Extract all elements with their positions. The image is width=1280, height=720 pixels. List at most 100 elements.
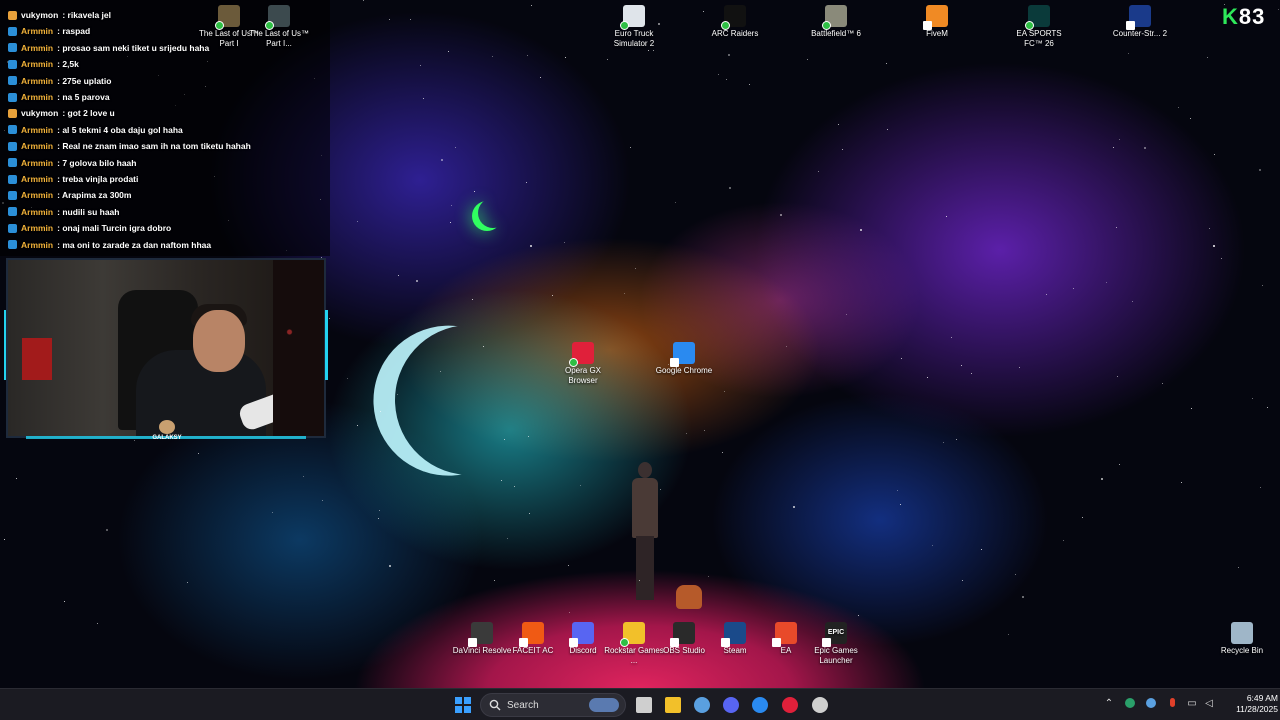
star <box>187 582 189 584</box>
app-icon <box>519 622 544 647</box>
star <box>494 579 496 581</box>
clock[interactable]: 6:49 AM 11/28/2025 <box>1222 693 1278 715</box>
network-icon[interactable]: ▭ <box>1186 698 1198 710</box>
star <box>899 503 901 505</box>
taskbar-task-view-button[interactable] <box>632 693 656 717</box>
windows-icon <box>455 697 471 713</box>
desktop-shortcut[interactable]: The Last of Us™ Part I... <box>248 5 310 49</box>
desktop-shortcut[interactable]: EA SPORTS FC™ 26 <box>1008 5 1070 49</box>
desktop-shortcut[interactable]: Counter-Str... 2 <box>1109 5 1171 39</box>
taskbar-obs-button[interactable] <box>808 693 832 717</box>
tray-steam-icon[interactable] <box>1145 698 1157 710</box>
desktop-shortcut[interactable]: EPIC Epic Games Launcher <box>805 622 867 666</box>
star <box>422 98 424 100</box>
star <box>1105 282 1107 284</box>
desktop-shortcut[interactable]: Google Chrome <box>653 342 715 376</box>
star <box>606 59 608 61</box>
chat-badge-icon <box>8 223 17 233</box>
chat-username: Armmin <box>21 26 54 37</box>
star <box>64 601 66 603</box>
chat-message: Armmin: prosao sam neki tiket u srijedu … <box>8 41 209 55</box>
star <box>389 18 391 20</box>
desktop-shortcut[interactable]: FiveM <box>906 5 968 39</box>
star <box>3 538 5 540</box>
star <box>346 378 348 380</box>
star <box>134 439 136 441</box>
star <box>1189 118 1191 120</box>
star <box>858 614 860 616</box>
star <box>1261 285 1263 287</box>
desktop-shortcut[interactable]: Euro Truck Simulator 2 <box>603 5 665 49</box>
star <box>1118 138 1120 140</box>
chat-text: : 2,5k <box>57 59 79 70</box>
star <box>197 452 199 454</box>
star <box>1180 482 1182 484</box>
shortcut-arrow-icon <box>822 638 831 647</box>
desktop-shortcut[interactable]: ARC Raiders <box>704 5 766 39</box>
recycle-bin-label: Recycle Bin <box>1220 646 1264 655</box>
star <box>1143 146 1146 149</box>
chat-badge-icon <box>8 141 17 151</box>
desktop-shortcut[interactable]: Battlefield™ 6 <box>805 5 867 39</box>
tray-app-icon[interactable] <box>1124 698 1136 710</box>
microphone-icon[interactable] <box>1166 698 1178 710</box>
taskbar-discord-button[interactable] <box>719 693 743 717</box>
star <box>440 158 443 161</box>
star <box>415 280 418 283</box>
star <box>970 372 972 374</box>
star <box>271 511 273 513</box>
star <box>860 228 863 231</box>
chat-username: Armmin <box>21 239 54 250</box>
opera-gx-icon <box>782 697 798 713</box>
star <box>396 393 398 395</box>
star <box>942 442 944 444</box>
shortcut-label: Epic Games Launcher <box>814 646 858 665</box>
star <box>806 58 808 60</box>
search-box[interactable]: Search <box>480 693 626 717</box>
shortcut-label: FiveM <box>926 29 948 38</box>
chat-message: Armmin: onaj mali Turcin igra dobro <box>8 221 171 235</box>
star <box>708 576 710 578</box>
app-icon <box>569 342 594 367</box>
chat-username: Armmin <box>21 124 54 135</box>
star <box>1063 539 1065 541</box>
star <box>525 182 527 184</box>
task-view-icon <box>636 697 652 713</box>
taskbar-chrome-button[interactable] <box>748 693 772 717</box>
star <box>96 622 98 624</box>
recycle-bin-icon <box>1231 622 1253 644</box>
shortcut-label: Google Chrome <box>655 366 713 375</box>
show-hidden-icons-chevron-icon[interactable]: ⌃ <box>1103 698 1115 710</box>
star <box>749 84 751 86</box>
star <box>897 490 899 492</box>
taskbar-opera-gx-button[interactable] <box>778 693 802 717</box>
app-icon <box>468 622 493 647</box>
desktop-shortcut[interactable]: Opera GX Browser <box>552 342 614 386</box>
app-icon <box>1126 5 1151 30</box>
star <box>409 18 411 20</box>
app-icon <box>772 622 797 647</box>
obs-icon <box>812 697 828 713</box>
chat-text: : raspad <box>57 26 91 37</box>
star <box>1161 383 1163 385</box>
star <box>491 55 493 57</box>
star <box>507 538 509 540</box>
star <box>568 611 570 613</box>
star <box>956 439 958 441</box>
volume-icon[interactable]: ◁ <box>1203 698 1215 710</box>
star <box>397 275 399 277</box>
start-button[interactable] <box>451 693 475 717</box>
chat-text: : onaj mali Turcin igra dobro <box>57 223 172 234</box>
star <box>527 55 529 57</box>
shortcut-arrow-icon <box>670 638 679 647</box>
shortcut-label: The Last of Us™ Part I... <box>248 29 310 48</box>
taskbar-steam-button[interactable] <box>690 693 714 717</box>
dog-figure <box>676 585 702 609</box>
chat-badge-icon <box>8 174 17 184</box>
star <box>474 191 476 193</box>
taskbar-file-explorer-button[interactable] <box>661 693 685 717</box>
chat-text: : got 2 love u <box>62 108 115 119</box>
chat-username: vukymon <box>21 108 59 119</box>
recycle-bin-icon-shortcut[interactable]: Recycle Bin <box>1211 622 1273 656</box>
star <box>1259 169 1262 172</box>
